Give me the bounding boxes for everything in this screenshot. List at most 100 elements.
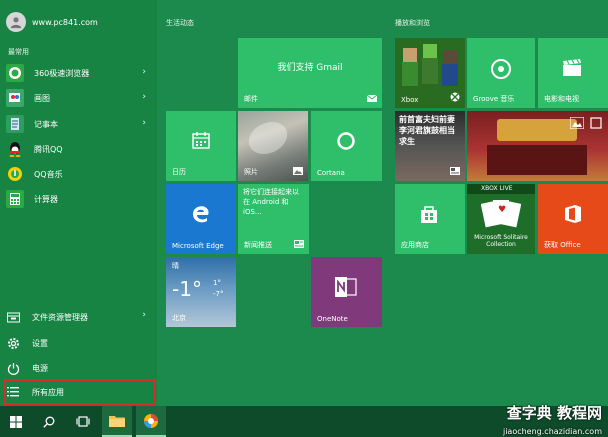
calendar-icon (192, 131, 210, 151)
calendar-tile-label: 日历 (172, 168, 186, 176)
xbox-icon (450, 92, 460, 104)
xbox-live-label: XBOX LIVE (481, 185, 513, 192)
movies-tile[interactable]: 电影和电视 (538, 38, 608, 108)
start-button[interactable] (0, 406, 32, 437)
onenote-tile[interactable]: OneNote (311, 257, 382, 327)
chevron-right-icon[interactable]: › (142, 310, 146, 320)
playing-cards-art: ♥ (481, 200, 521, 228)
groove-music-icon (490, 58, 512, 82)
gear-icon (6, 336, 20, 350)
groove-tile[interactable]: Groove 音乐 (467, 38, 535, 108)
news-feed-label: 新闻推送 (244, 241, 272, 249)
cortana-tile[interactable]: Cortana (311, 111, 382, 181)
photo-icon (569, 116, 585, 131)
360-browser-icon (6, 64, 24, 82)
store-tile[interactable]: 应用商店 (395, 184, 465, 254)
taskbar-browser[interactable] (136, 406, 166, 437)
mail-tile-text: 我们支持 Gmail (277, 63, 343, 73)
watermark-url: jiaocheng.chazidian.com (502, 427, 602, 436)
news-headline-text: 前首富夫妇前妻李河君旗鼓相当求生 (399, 115, 455, 146)
calendar-tile[interactable]: 日历 (166, 111, 236, 181)
folder-icon (6, 310, 20, 324)
weather-high: 1° (213, 279, 221, 287)
featured-photo-stage (487, 145, 587, 175)
settings-item[interactable]: 设置 (6, 333, 154, 353)
power-item[interactable]: 电源 (6, 358, 154, 378)
chevron-right-icon[interactable]: › (142, 67, 146, 77)
app-label: 画图 (34, 93, 50, 103)
edge-icon (191, 204, 211, 226)
cortana-tile-label: Cortana (317, 169, 345, 177)
settings-label: 设置 (32, 338, 48, 348)
all-apps-label: 所有应用 (32, 387, 64, 397)
account-name: www.pc841.com (32, 17, 98, 27)
qq-icon (6, 140, 24, 158)
weather-tile[interactable]: 晴 -1° 1° -7° 北京 (166, 257, 236, 327)
photos-tile[interactable]: 照片 (238, 111, 308, 181)
store-tile-label: 应用商店 (401, 241, 429, 249)
app-item-360-browser[interactable]: 360极速浏览器 › (6, 62, 154, 84)
file-explorer-label: 文件资源管理器 (32, 312, 88, 322)
taskbar-file-explorer[interactable] (102, 406, 132, 437)
app-item-qq[interactable]: 腾讯QQ (6, 138, 154, 160)
search-icon (43, 416, 55, 428)
edge-tile[interactable]: Microsoft Edge (166, 184, 236, 254)
chevron-right-icon[interactable]: › (142, 92, 146, 102)
task-view-button[interactable] (68, 406, 98, 437)
search-button[interactable] (34, 406, 64, 437)
store-bag-icon (419, 204, 439, 226)
weather-low: -7° (213, 290, 224, 298)
solitaire-tile[interactable]: XBOX LIVE ♥ Microsoft Solitaire Collecti… (467, 184, 535, 254)
all-apps-item[interactable]: 所有应用 (6, 382, 154, 402)
power-icon (6, 361, 20, 375)
news-icon (450, 167, 460, 177)
app-label: 记事本 (34, 119, 58, 129)
cortana-icon (336, 131, 356, 153)
mail-tile-label: 邮件 (244, 95, 258, 103)
windows-logo-icon (10, 415, 22, 428)
weather-city: 北京 (172, 314, 186, 322)
featured-photo-tile[interactable] (467, 111, 608, 181)
image-icon (293, 167, 303, 177)
app-item-qq-music[interactable]: QQ音乐 (6, 163, 154, 185)
weather-condition: 晴 (172, 262, 179, 270)
app-label: QQ音乐 (34, 169, 63, 179)
groove-tile-label: Groove 音乐 (473, 95, 515, 103)
clapperboard-icon (562, 59, 582, 79)
photos-tile-label: 照片 (244, 168, 258, 176)
solitaire-label: Microsoft Solitaire Collection (474, 234, 528, 248)
paint-icon (6, 89, 24, 107)
mail-tile[interactable]: 我们支持 Gmail 邮件 (238, 38, 382, 108)
svg-text:♥: ♥ (498, 205, 506, 215)
app-item-notepad[interactable]: 记事本 › (6, 113, 154, 135)
calculator-icon (6, 190, 24, 208)
chevron-right-icon[interactable]: › (142, 118, 146, 128)
news-icon (294, 240, 304, 250)
task-view-icon (76, 416, 90, 427)
office-tile[interactable]: 获取 Office (538, 184, 608, 254)
qq-music-icon (6, 165, 24, 183)
collapse-icon[interactable] (590, 117, 602, 131)
browser-icon (144, 413, 158, 428)
envelope-icon (366, 94, 378, 104)
news-headline-tile[interactable]: 前首富夫妇前妻李河君旗鼓相当求生 (395, 111, 465, 181)
file-explorer-item[interactable]: 文件资源管理器 › (6, 307, 154, 327)
power-label: 电源 (32, 363, 48, 373)
featured-photo-banner (497, 119, 577, 141)
xbox-tile-label: Xbox (401, 96, 419, 104)
news-feed-tile[interactable]: 将它们连接起来以在 Android 和 iOS... 新闻推送 (238, 184, 309, 254)
photo-preview (243, 115, 293, 161)
app-item-calculator[interactable]: 计算器 (6, 188, 154, 210)
most-used-label: 最常用 (8, 48, 29, 56)
xbox-live-bar: XBOX LIVE (467, 184, 535, 194)
account-entry[interactable]: www.pc841.com (6, 12, 98, 32)
xbox-tile[interactable]: Xbox (395, 38, 465, 108)
folder-icon (109, 416, 125, 427)
group-title-play: 播放和浏览 (395, 19, 430, 27)
movies-tile-label: 电影和电视 (544, 95, 579, 103)
group-title-life: 生活动态 (166, 19, 194, 27)
edge-tile-label: Microsoft Edge (172, 242, 224, 250)
app-item-paint[interactable]: 画图 › (6, 87, 154, 109)
list-icon (6, 385, 20, 399)
app-label: 计算器 (34, 194, 58, 204)
